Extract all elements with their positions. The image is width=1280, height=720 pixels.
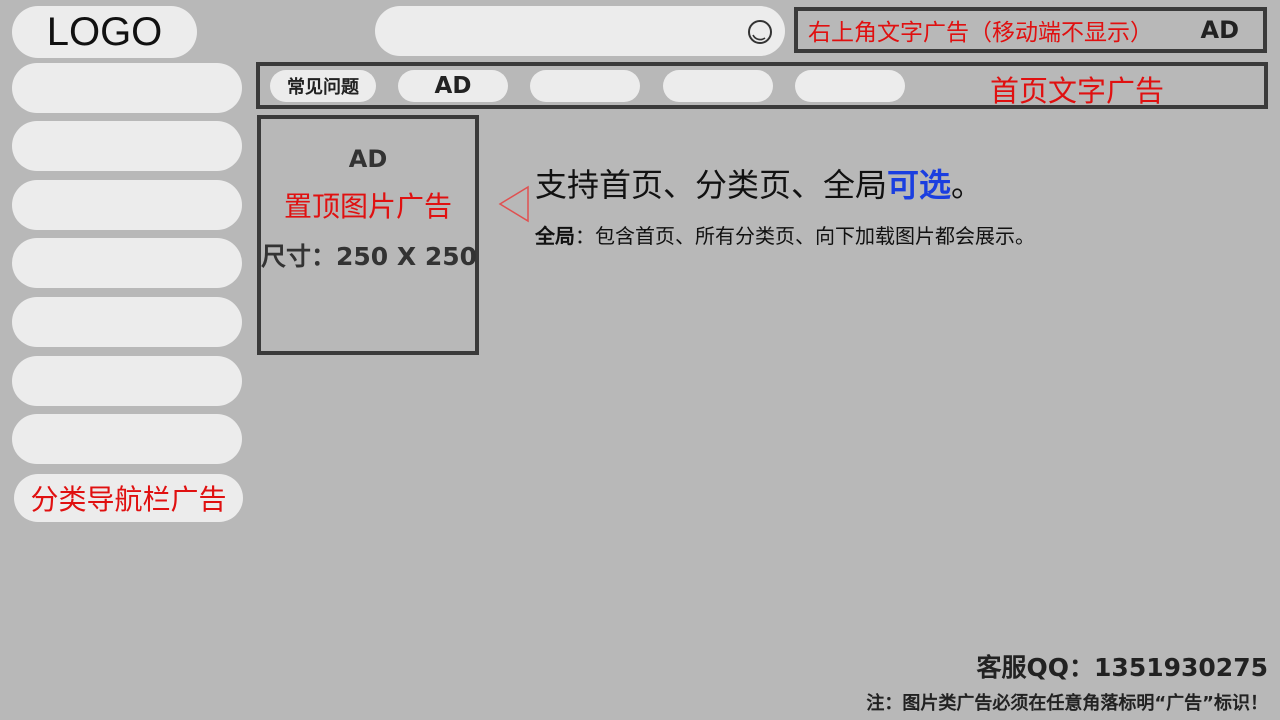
tab-ad[interactable]: AD [398, 70, 508, 102]
description-line: 全局：包含首页、所有分类页、向下加载图片都会展示。 [535, 220, 1035, 249]
description-title-highlight: 可选 [887, 166, 952, 204]
description-line-label: 全局 [535, 224, 575, 248]
tab-3[interactable] [530, 70, 640, 102]
description-title-end: 。 [951, 166, 984, 204]
top-right-text-ad[interactable]: 右上角文字广告（移动端不显示） AD [794, 7, 1267, 53]
top-right-ad-text: 右上角文字广告（移动端不显示） [808, 20, 1153, 46]
tab-5[interactable] [795, 70, 905, 102]
logo[interactable]: LOGO [12, 6, 197, 58]
sidebar-item-2[interactable] [12, 121, 242, 171]
sidebar-item-3[interactable] [12, 180, 242, 230]
customer-service-qq: 客服QQ：1351930275 [976, 653, 1268, 682]
tab-ad-label: AD [434, 73, 472, 99]
tab-faq-label: 常见问题 [287, 77, 359, 98]
nav-bar: 常见问题 AD 首页文字广告 [256, 62, 1268, 109]
search-input[interactable] [375, 6, 785, 56]
pinned-image-ad[interactable]: AD 置顶图片广告 尺寸：250 X 250 [257, 115, 479, 355]
description-title: 支持首页、分类页、全局可选。 [535, 160, 983, 206]
image-ad-size: 尺寸：250 X 250 [261, 242, 478, 271]
logo-text: LOGO [46, 9, 163, 54]
sidebar-item-1[interactable] [12, 63, 242, 113]
top-right-ad-mark: AD [1200, 16, 1240, 44]
image-ad-name: 置顶图片广告 [283, 190, 452, 223]
footer-note: 注：图片类广告必须在任意角落标明“广告”标识！ [866, 693, 1268, 714]
description-line-text: ：包含首页、所有分类页、向下加载图片都会展示。 [575, 224, 1035, 248]
image-ad-mark: AD [348, 145, 388, 173]
tab-4[interactable] [663, 70, 773, 102]
sidebar-ad-label: 分类导航栏广告 [30, 483, 227, 516]
sidebar-item-4[interactable] [12, 238, 242, 288]
sidebar-item-5[interactable] [12, 297, 242, 347]
sidebar-item-6[interactable] [12, 356, 242, 406]
sidebar-category-ad[interactable]: 分类导航栏广告 [14, 474, 243, 522]
sidebar-item-7[interactable] [12, 414, 242, 464]
description-title-main: 支持首页、分类页、全局 [535, 166, 888, 204]
tab-faq[interactable]: 常见问题 [270, 70, 376, 102]
arrow-left-icon [498, 185, 529, 223]
homepage-text-ad[interactable]: 首页文字广告 [990, 68, 1164, 110]
search-icon[interactable] [746, 18, 774, 46]
